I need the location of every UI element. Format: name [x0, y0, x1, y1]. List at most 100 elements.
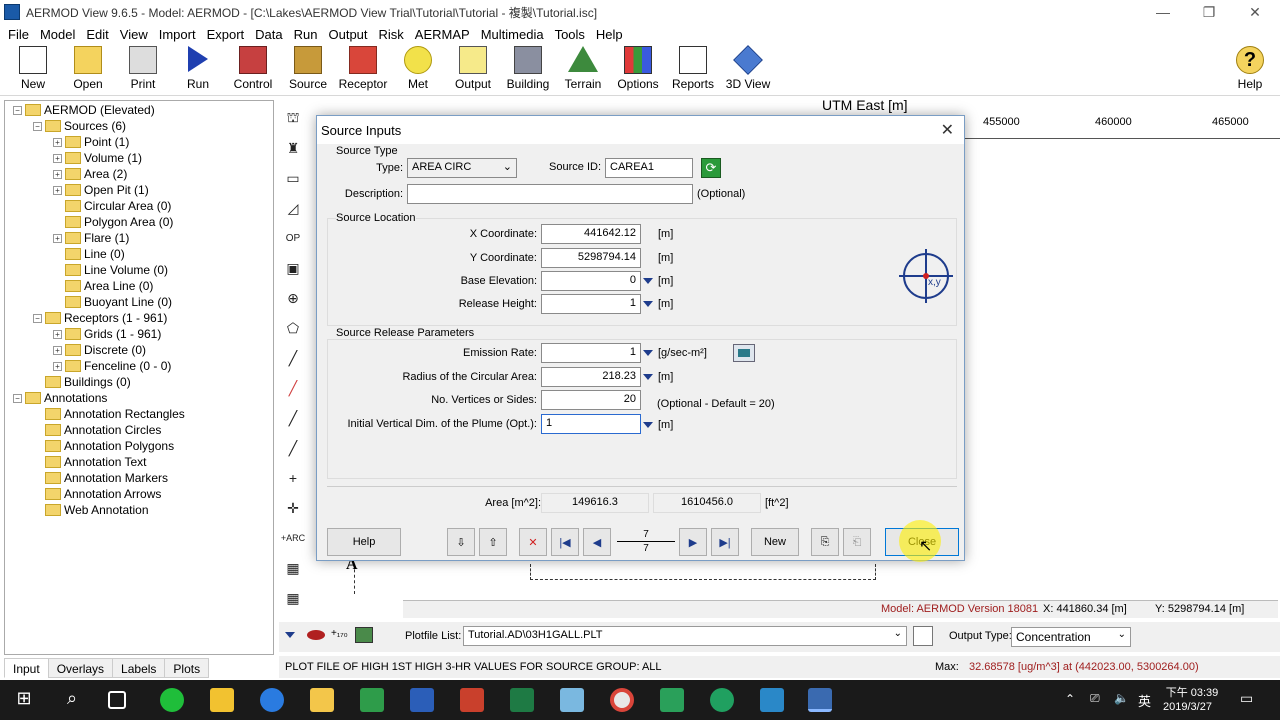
- receptor-button[interactable]: Receptor: [335, 46, 391, 94]
- base-elevation-input[interactable]: 0: [541, 271, 641, 291]
- menu-view[interactable]: View: [120, 27, 148, 42]
- dropdown-arrow-icon[interactable]: [643, 350, 653, 356]
- export-icon[interactable]: ⇧: [479, 528, 507, 556]
- tree-receptor-discrete[interactable]: + Discrete (0): [53, 342, 146, 358]
- tab-overlays[interactable]: Overlays: [47, 658, 114, 678]
- tree-annotation-polygons[interactable]: Annotation Polygons: [45, 438, 174, 454]
- menu-aermap[interactable]: AERMAP: [415, 27, 470, 42]
- print-button[interactable]: Print: [115, 46, 171, 94]
- minimize-icon[interactable]: —: [1140, 0, 1186, 24]
- close-icon[interactable]: ✕: [1232, 0, 1278, 24]
- dropdown-arrow-icon[interactable]: [285, 632, 295, 638]
- file-explorer-icon[interactable]: [310, 688, 334, 712]
- search-icon[interactable]: ⌕: [60, 688, 84, 712]
- ime-indicator[interactable]: 英: [1138, 691, 1151, 710]
- tree-receptor-grids[interactable]: + Grids (1 - 961): [53, 326, 161, 342]
- emission-rate-input[interactable]: 1: [541, 343, 641, 363]
- chrome-icon[interactable]: [610, 688, 634, 712]
- line-app-icon[interactable]: [160, 688, 184, 712]
- app-icon[interactable]: [210, 688, 234, 712]
- tree-source-circular[interactable]: Circular Area (0): [53, 198, 171, 214]
- tree-annotation-circles[interactable]: Annotation Circles: [45, 422, 161, 438]
- help-dialog-button[interactable]: Help: [327, 528, 401, 556]
- app-green-icon[interactable]: [360, 688, 384, 712]
- import-icon[interactable]: ⇩: [447, 528, 475, 556]
- cross-icon[interactable]: +: [281, 466, 305, 490]
- source-id-input[interactable]: CAREA1: [605, 158, 693, 178]
- first-record-icon[interactable]: |◀: [551, 528, 579, 556]
- tree-sources[interactable]: − Sources (6): [33, 118, 126, 134]
- excel-icon[interactable]: [510, 688, 534, 712]
- windows-start-icon[interactable]: ⊞: [12, 688, 36, 712]
- app-s-icon[interactable]: [760, 688, 784, 712]
- line-icon[interactable]: ╱: [281, 346, 305, 370]
- dropdown-arrow-icon[interactable]: [643, 374, 653, 380]
- buoyant-line-icon[interactable]: ╱: [281, 436, 305, 460]
- menu-multimedia[interactable]: Multimedia: [481, 27, 544, 42]
- dropdown-arrow-icon[interactable]: [643, 422, 653, 428]
- volume-icon[interactable]: 🔈: [1114, 691, 1129, 705]
- previous-record-icon[interactable]: ◀: [583, 528, 611, 556]
- met-button[interactable]: Met: [390, 46, 446, 94]
- release-height-input[interactable]: 1: [541, 294, 641, 314]
- tree-receptor-fenceline[interactable]: + Fenceline (0 - 0): [53, 358, 171, 374]
- contour-icon[interactable]: [307, 630, 325, 640]
- tree-buildings[interactable]: Buildings (0): [45, 374, 131, 390]
- new-button[interactable]: New: [5, 46, 61, 94]
- refresh-icon[interactable]: ⟳: [701, 158, 721, 178]
- area-poly-icon[interactable]: ◿: [281, 196, 305, 220]
- tab-labels[interactable]: Labels: [112, 658, 166, 678]
- tree-source-flare[interactable]: + Flare (1): [53, 230, 129, 246]
- source-type-select[interactable]: AREA CIRC ⌄: [407, 158, 517, 178]
- control-button[interactable]: Control: [225, 46, 281, 94]
- arc-icon[interactable]: +ARC: [281, 526, 305, 550]
- delete-icon[interactable]: ✕: [519, 528, 547, 556]
- tree-source-line[interactable]: Line (0): [53, 246, 125, 262]
- ie-browser-icon[interactable]: [260, 688, 284, 712]
- volume-source-icon[interactable]: ♜: [281, 136, 305, 160]
- point-source-icon[interactable]: ⛫: [281, 106, 305, 130]
- menu-help[interactable]: Help: [596, 27, 623, 42]
- paste-icon[interactable]: ⎗: [843, 528, 871, 556]
- line-volume-icon[interactable]: ╱: [281, 376, 305, 400]
- x-coordinate-input[interactable]: 441642.12: [541, 224, 641, 244]
- tree-source-area[interactable]: + Area (2): [53, 166, 127, 182]
- cube-icon[interactable]: ▣: [281, 256, 305, 280]
- run-button[interactable]: Run: [170, 46, 226, 94]
- word-icon[interactable]: [410, 688, 434, 712]
- tree-source-buoyant[interactable]: Buoyant Line (0): [53, 294, 172, 310]
- y-coordinate-input[interactable]: 5298794.14: [541, 248, 641, 268]
- tree-source-volume[interactable]: + Volume (1): [53, 150, 142, 166]
- open-plotfile-icon[interactable]: [913, 626, 933, 646]
- tab-plots[interactable]: Plots: [164, 658, 210, 678]
- tree-source-linevolume[interactable]: Line Volume (0): [53, 262, 168, 278]
- menu-file[interactable]: File: [8, 27, 29, 42]
- output-button[interactable]: Output: [445, 46, 501, 94]
- restore-icon[interactable]: ❐: [1186, 0, 1232, 24]
- area-source-icon[interactable]: ▭: [281, 166, 305, 190]
- notification-icon[interactable]: ▭: [1240, 690, 1253, 707]
- polygon-icon[interactable]: ⬠: [281, 316, 305, 340]
- map-icon[interactable]: [355, 627, 373, 643]
- new-record-button[interactable]: New: [751, 528, 799, 556]
- menu-data[interactable]: Data: [255, 27, 282, 42]
- open-pit-icon[interactable]: OP: [281, 226, 305, 250]
- 3d-view-button[interactable]: 3D View: [720, 45, 776, 94]
- camtasia-icon[interactable]: [660, 688, 684, 712]
- powerpoint-icon[interactable]: [460, 688, 484, 712]
- menu-output[interactable]: Output: [328, 27, 367, 42]
- app-cd-icon[interactable]: [710, 688, 734, 712]
- grid-alt-icon[interactable]: ▦: [281, 586, 305, 610]
- dropdown-arrow-icon[interactable]: [643, 301, 653, 307]
- xy-locator-icon[interactable]: x,y: [899, 249, 953, 303]
- tree-web-annotation[interactable]: Web Annotation: [45, 502, 149, 518]
- area-line-icon[interactable]: ╱: [281, 406, 305, 430]
- last-record-icon[interactable]: ▶|: [711, 528, 739, 556]
- tree-annotations[interactable]: − Annotations: [13, 390, 107, 406]
- vertices-input[interactable]: 20: [541, 390, 641, 410]
- terrain-button[interactable]: Terrain: [555, 46, 611, 94]
- tree-annotation-arrows[interactable]: Annotation Arrows: [45, 486, 161, 502]
- reports-button[interactable]: Reports: [665, 46, 721, 94]
- line-cross-icon[interactable]: ✛: [281, 496, 305, 520]
- help-button[interactable]: ? Help: [1222, 46, 1278, 94]
